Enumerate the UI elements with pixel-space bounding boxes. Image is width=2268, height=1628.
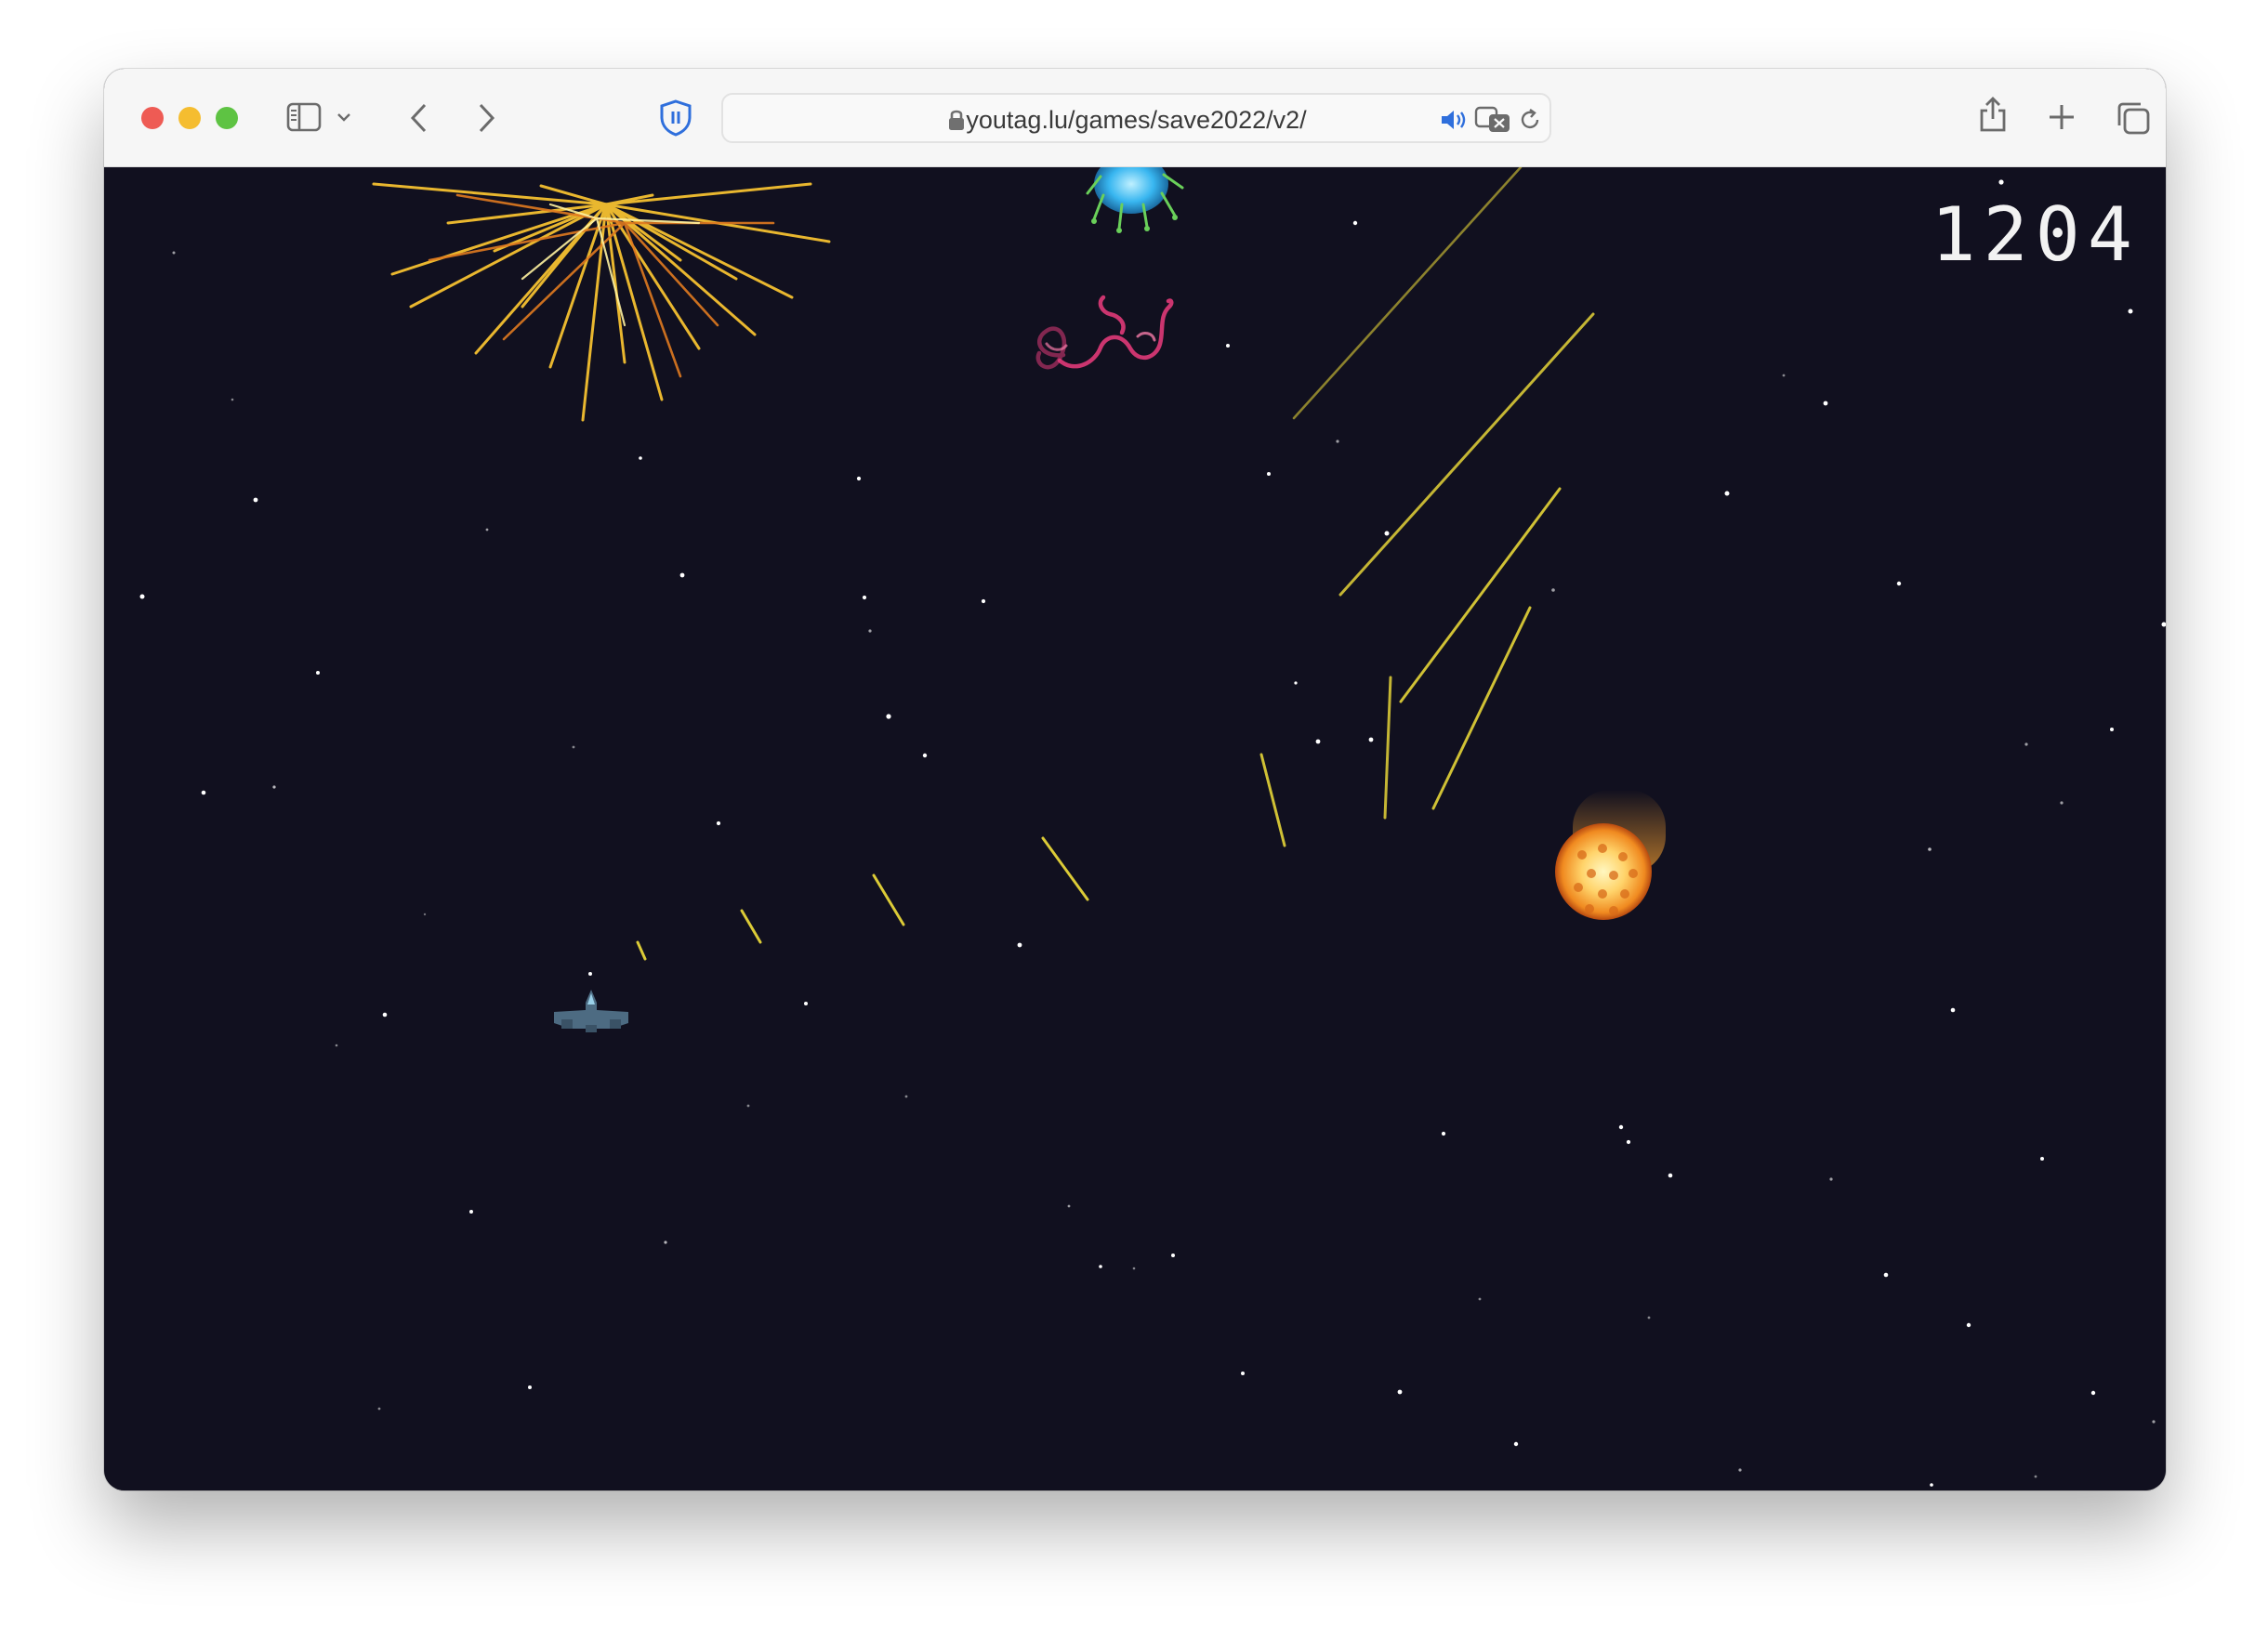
- game-canvas[interactable]: 1204: [104, 167, 2166, 1490]
- translate-icon[interactable]: [1474, 106, 1511, 138]
- minimize-window-button[interactable]: [178, 107, 201, 129]
- url-text: youtag.lu/games/save2022/v2/: [966, 106, 1307, 134]
- alien-enemy: [1086, 167, 1184, 233]
- score-counter: 1204: [1931, 191, 2140, 278]
- new-tab-icon[interactable]: [2047, 102, 2077, 132]
- tabs-overview-icon[interactable]: [2116, 100, 2151, 136]
- explosion-burst: [372, 182, 831, 422]
- game-scene: [139, 167, 2166, 1487]
- speaker-icon[interactable]: [1439, 108, 1469, 137]
- back-icon[interactable]: [409, 102, 429, 134]
- maximize-window-button[interactable]: [216, 107, 238, 129]
- share-icon[interactable]: [1977, 95, 2009, 134]
- browser-toolbar: youtag.lu/games/save2022/v2/: [104, 69, 2166, 167]
- reload-icon[interactable]: [1517, 107, 1543, 138]
- sidebar-icon[interactable]: [286, 102, 322, 132]
- address-bar[interactable]: youtag.lu/games/save2022/v2/: [721, 93, 1551, 143]
- worm-enemy: [1035, 295, 1174, 370]
- chevron-down-icon[interactable]: [336, 112, 351, 123]
- browser-window: youtag.lu/games/save2022/v2/ 1204: [104, 69, 2166, 1490]
- laser-streaks: [636, 167, 1595, 961]
- fireball-enemy: [1555, 790, 1666, 920]
- starfield: [139, 179, 2166, 1487]
- shield-icon[interactable]: [658, 98, 693, 138]
- player-ship: [554, 990, 628, 1032]
- forward-icon[interactable]: [476, 102, 496, 134]
- close-window-button[interactable]: [141, 107, 164, 129]
